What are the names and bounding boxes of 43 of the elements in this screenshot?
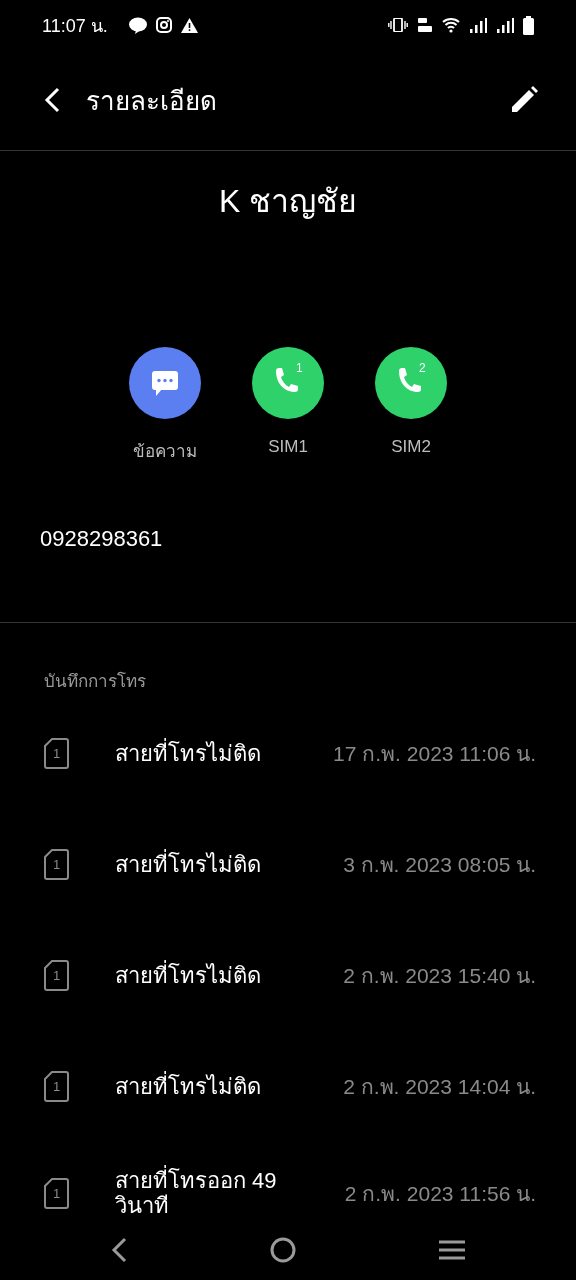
phone-number: 0928298361 — [39, 526, 164, 552]
call-type: สายที่โทรไม่ติด — [115, 1069, 305, 1104]
action-label: SIM1 — [268, 437, 308, 457]
chat-bubble-icon — [128, 16, 147, 34]
call-type: สายที่โทรไม่ติด — [115, 847, 305, 882]
action-label: SIM2 — [391, 437, 431, 457]
home-icon[interactable] — [270, 1237, 296, 1263]
back-icon[interactable] — [111, 1237, 128, 1263]
page-title: รายละเอียด — [86, 84, 217, 118]
sim-label: 1 — [53, 968, 61, 983]
call-type: สายที่โทรไม่ติด — [115, 736, 305, 771]
sim-number: 1 — [296, 361, 303, 375]
section-heading: บันทึกการโทร — [44, 670, 147, 693]
warning-icon — [180, 17, 198, 33]
call-time: 2 ก.พ. 2023 14:04 น. — [343, 1074, 536, 1100]
sim-label: 1 — [53, 746, 61, 761]
call-time: 2 ก.พ. 2023 11:56 น. — [344, 1180, 536, 1207]
sim-card-icon — [44, 1071, 69, 1102]
sim-number: 2 — [419, 361, 426, 375]
action-label: ข้อความ — [133, 441, 197, 463]
call-time: 2 ก.พ. 2023 15:40 น. — [343, 963, 536, 989]
sim-card-icon — [44, 1177, 69, 1209]
sim-card-icon — [44, 738, 69, 769]
edit-pencil-icon[interactable] — [510, 86, 538, 114]
call-time: 17 ก.พ. 2023 11:06 น. — [333, 741, 536, 767]
signal-icon — [496, 17, 514, 33]
call-time: 3 ก.พ. 2023 08:05 น. — [343, 852, 536, 878]
call-button[interactable] — [375, 347, 447, 419]
signal-icon — [469, 17, 487, 33]
message-button[interactable] — [129, 347, 201, 419]
call-type: สายที่โทรไม่ติด — [115, 958, 305, 993]
menu-icon[interactable] — [438, 1240, 465, 1260]
sim-label: 1 — [53, 857, 61, 872]
battery-icon — [523, 15, 534, 35]
sim-card-icon — [44, 849, 69, 880]
sim-card-icon — [44, 960, 69, 991]
status-time: 11:07 น. — [42, 14, 108, 38]
sim-label: 1 — [53, 1079, 61, 1094]
vibrate-icon — [388, 18, 408, 32]
wifi-icon — [442, 17, 460, 33]
call-button[interactable] — [252, 347, 324, 419]
sim-label: 1 — [53, 1185, 61, 1201]
camera-icon — [155, 17, 172, 33]
